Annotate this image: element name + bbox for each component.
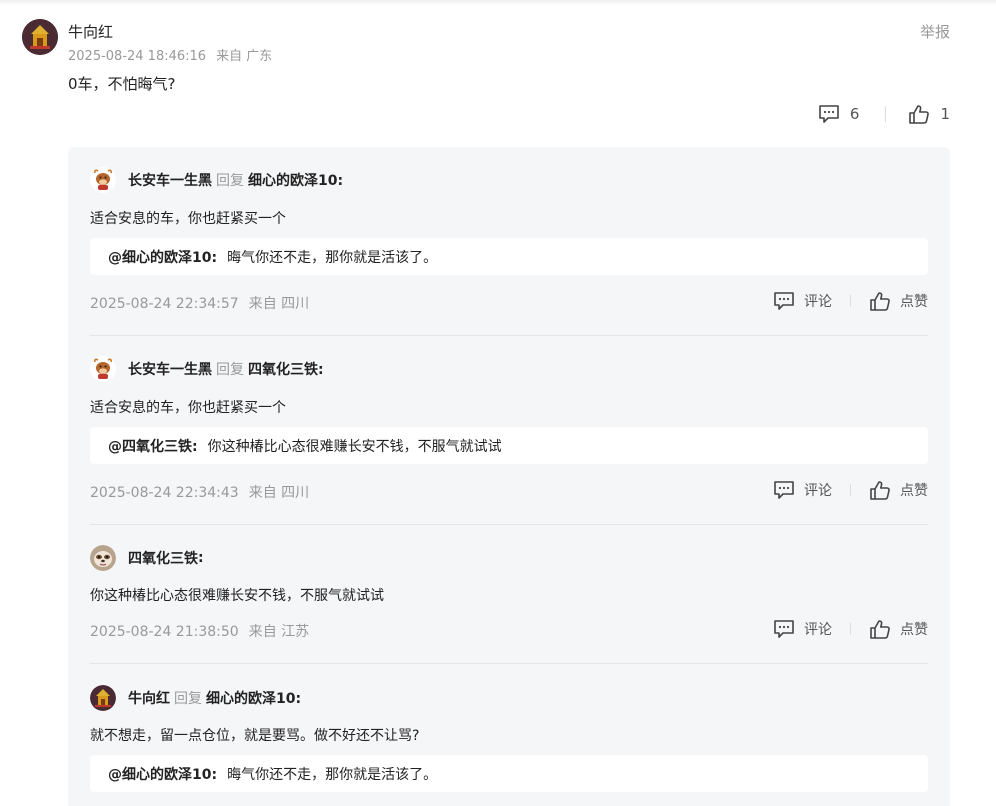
reply-header: 长安车一生黑 回复 细心的欧泽10 bbox=[90, 167, 343, 193]
like-label: 点赞 bbox=[900, 622, 928, 638]
like-label: 点赞 bbox=[900, 294, 928, 310]
comment-bubble-icon bbox=[774, 292, 794, 310]
reply-divider bbox=[90, 335, 928, 336]
reply-location: 来自 江苏 bbox=[248, 624, 310, 640]
reply-word: 回复 bbox=[174, 691, 202, 707]
quote-text: 你这种椿比心态很难赚长安不钱，不服气就试试 bbox=[207, 438, 502, 455]
quote-text: 晦气你还不走，那你就是活该了。 bbox=[227, 766, 438, 783]
avatar[interactable] bbox=[22, 19, 58, 55]
reply-text: 适合安息的车，你也赶紧买一个 bbox=[90, 211, 286, 227]
reply-header: 长安车一生黑 回复 四氧化三铁 bbox=[90, 356, 324, 382]
thumbs-up-icon bbox=[870, 481, 890, 500]
reply-location: 来自 四川 bbox=[248, 296, 310, 312]
ox-cartoon-avatar-icon bbox=[90, 356, 116, 382]
comment-meta: 2025-08-24 18:46:16 来自 广东 bbox=[68, 45, 272, 64]
divider bbox=[850, 623, 851, 635]
divider bbox=[885, 106, 887, 122]
reply-divider bbox=[90, 524, 928, 525]
avatar[interactable] bbox=[90, 356, 116, 382]
comment-text: 0车，不怕晦气? bbox=[68, 75, 176, 93]
comment-location: 来自 广东 bbox=[216, 49, 273, 64]
replies-panel: 长安车一生黑 回复 细心的欧泽10 适合安息的车，你也赶紧买一个 @细心的欧泽1… bbox=[68, 147, 950, 806]
comment-time: 2025-08-24 18:46:16 bbox=[68, 49, 207, 64]
thumbs-up-icon bbox=[909, 105, 930, 124]
like-button[interactable]: 1 bbox=[908, 104, 950, 124]
sloth-avatar-icon bbox=[90, 545, 116, 571]
comment-bubble-icon bbox=[819, 105, 839, 123]
reply-time: 2025-08-24 21:38:50 bbox=[90, 624, 239, 640]
reply-word: 回复 bbox=[216, 173, 244, 189]
comment-count: 6 bbox=[849, 105, 860, 123]
thumbs-up-icon bbox=[870, 292, 890, 311]
quoted-comment: @四氧化三铁 你这种椿比心态很难赚长安不钱，不服气就试试 bbox=[90, 427, 928, 464]
reply-comment-button[interactable]: 评论 bbox=[773, 480, 832, 500]
ox-cartoon-avatar-icon bbox=[90, 167, 116, 193]
reply-author[interactable]: 长安车一生黑 bbox=[128, 359, 212, 379]
reply-like-button[interactable]: 点赞 bbox=[869, 619, 928, 639]
comment-count-button[interactable]: 6 bbox=[818, 104, 860, 124]
like-count: 1 bbox=[940, 105, 950, 123]
like-label: 点赞 bbox=[900, 483, 928, 499]
reply-author[interactable]: 四氧化三铁 bbox=[128, 548, 198, 568]
comment-bubble-icon bbox=[774, 481, 794, 499]
reply-comment-button[interactable]: 评论 bbox=[773, 619, 832, 639]
reply-meta: 2025-08-24 22:34:57 来自 四川 bbox=[90, 293, 309, 313]
reply-location: 来自 四川 bbox=[248, 485, 310, 501]
temple-avatar-icon bbox=[22, 19, 58, 55]
reply-like-button[interactable]: 点赞 bbox=[869, 480, 928, 500]
reply-actions: 评论 点赞 bbox=[773, 617, 928, 641]
reply-text: 你这种椿比心态很难赚长安不钱，不服气就试试 bbox=[90, 588, 384, 604]
comment-label: 评论 bbox=[804, 294, 832, 310]
reply-word: 回复 bbox=[216, 362, 244, 378]
reply-actions: 评论 点赞 bbox=[773, 478, 928, 502]
reply-target[interactable]: 四氧化三铁 bbox=[248, 359, 324, 379]
reply-divider bbox=[90, 663, 928, 664]
temple-avatar-icon bbox=[90, 685, 116, 711]
divider bbox=[850, 295, 851, 307]
reply-time: 2025-08-24 22:34:57 bbox=[90, 296, 239, 312]
reply-time: 2025-08-24 22:34:43 bbox=[90, 485, 239, 501]
reply-meta: 2025-08-24 21:38:50 来自 江苏 bbox=[90, 621, 309, 641]
quote-user[interactable]: @细心的欧泽10 bbox=[108, 764, 227, 784]
reply-meta: 2025-08-24 22:34:43 来自 四川 bbox=[90, 482, 309, 502]
quoted-comment: @细心的欧泽10 晦气你还不走，那你就是活该了。 bbox=[90, 755, 928, 792]
avatar[interactable] bbox=[90, 545, 116, 571]
reply-author[interactable]: 牛向红 bbox=[128, 688, 170, 708]
comment-label: 评论 bbox=[804, 483, 832, 499]
comment-author[interactable]: 牛向红 bbox=[68, 21, 113, 42]
reply-actions: 评论 点赞 bbox=[773, 289, 928, 313]
comment-actions: 6 1 bbox=[818, 101, 950, 127]
report-link[interactable]: 举报 bbox=[920, 21, 950, 42]
reply-header: 牛向红 回复 细心的欧泽10 bbox=[90, 685, 301, 711]
reply-header: 四氧化三铁 bbox=[90, 545, 204, 571]
avatar[interactable] bbox=[90, 685, 116, 711]
reply-colon bbox=[198, 550, 204, 566]
quoted-comment: @细心的欧泽10 晦气你还不走，那你就是活该了。 bbox=[90, 238, 928, 275]
comment-bubble-icon bbox=[774, 620, 794, 638]
quote-user[interactable]: @四氧化三铁 bbox=[108, 436, 208, 456]
reply-like-button[interactable]: 点赞 bbox=[869, 291, 928, 311]
avatar[interactable] bbox=[90, 167, 116, 193]
reply-text: 就不想走，留一点仓位，就是要骂。做不好还不让骂? bbox=[90, 728, 420, 744]
thumbs-up-icon bbox=[870, 620, 890, 639]
divider bbox=[850, 484, 851, 496]
top-edge-shadow bbox=[0, 0, 996, 6]
reply-text: 适合安息的车，你也赶紧买一个 bbox=[90, 400, 286, 416]
quote-text: 晦气你还不走，那你就是活该了。 bbox=[227, 249, 438, 266]
reply-comment-button[interactable]: 评论 bbox=[773, 291, 832, 311]
comment-label: 评论 bbox=[804, 622, 832, 638]
reply-target[interactable]: 细心的欧泽10 bbox=[206, 688, 301, 708]
reply-author[interactable]: 长安车一生黑 bbox=[128, 170, 212, 190]
quote-user[interactable]: @细心的欧泽10 bbox=[108, 247, 227, 267]
reply-target[interactable]: 细心的欧泽10 bbox=[248, 170, 343, 190]
